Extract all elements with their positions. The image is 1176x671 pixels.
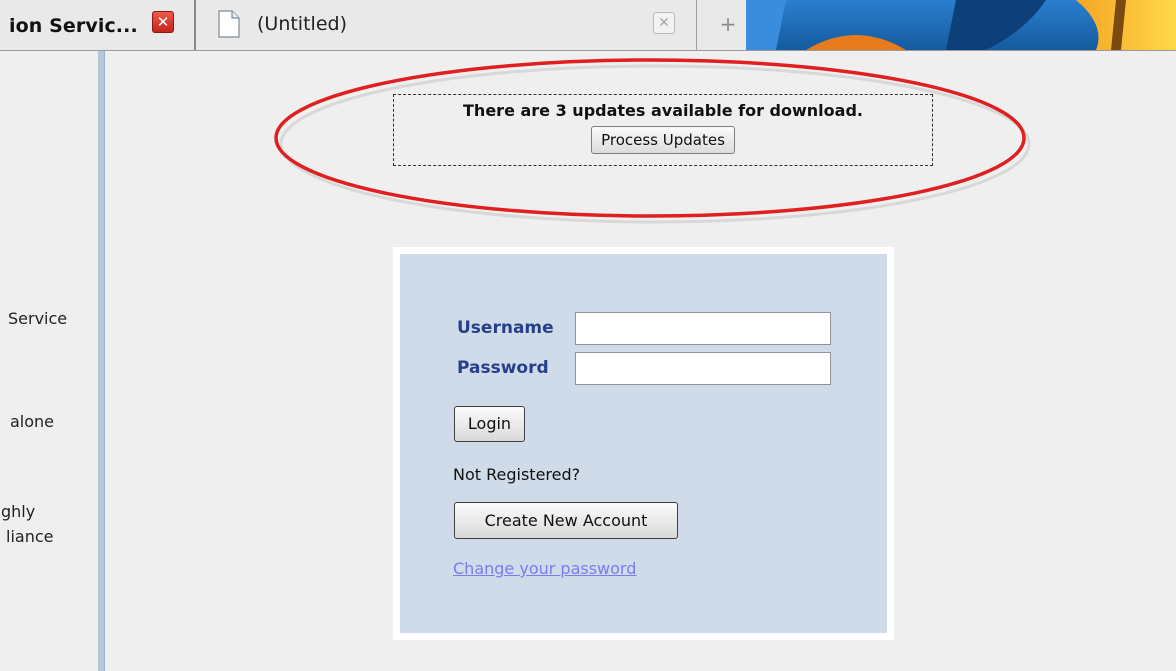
sidebar-text: ghly (1, 502, 36, 521)
column-divider (98, 51, 105, 671)
tab-application-service[interactable]: ion Servic... ✕ (0, 0, 192, 50)
close-tab-icon[interactable]: ✕ (653, 12, 675, 34)
sidebar-text: Service (8, 309, 68, 328)
sidebar-text: alone (10, 412, 55, 431)
left-content-column: Service alone ghly liance (0, 51, 98, 671)
login-button[interactable]: Login (454, 406, 525, 442)
browser-theme-graphic-icon (746, 0, 1176, 50)
document-icon (218, 10, 240, 42)
not-registered-text: Not Registered? (453, 465, 581, 484)
update-message: There are 3 updates available for downlo… (463, 101, 863, 120)
tab-separator (696, 0, 697, 50)
close-tab-icon[interactable]: ✕ (152, 11, 174, 33)
password-input[interactable] (575, 352, 831, 385)
sidebar-text: liance (6, 527, 54, 546)
change-password-link[interactable]: Change your password (453, 559, 636, 578)
tab-bar: ion Servic... ✕ (Untitled) ✕ + (0, 0, 1176, 51)
password-label: Password (457, 358, 549, 378)
tab-title: ion Servic... (9, 15, 138, 37)
tab-untitled[interactable]: (Untitled) ✕ (196, 0, 696, 50)
username-label: Username (457, 318, 554, 338)
update-notice: There are 3 updates available for downlo… (393, 94, 933, 166)
username-input[interactable] (575, 312, 831, 345)
process-updates-button[interactable]: Process Updates (591, 126, 735, 154)
new-tab-icon[interactable]: + (715, 12, 741, 38)
tab-title: (Untitled) (257, 13, 347, 35)
create-account-button[interactable]: Create New Account (454, 502, 678, 539)
